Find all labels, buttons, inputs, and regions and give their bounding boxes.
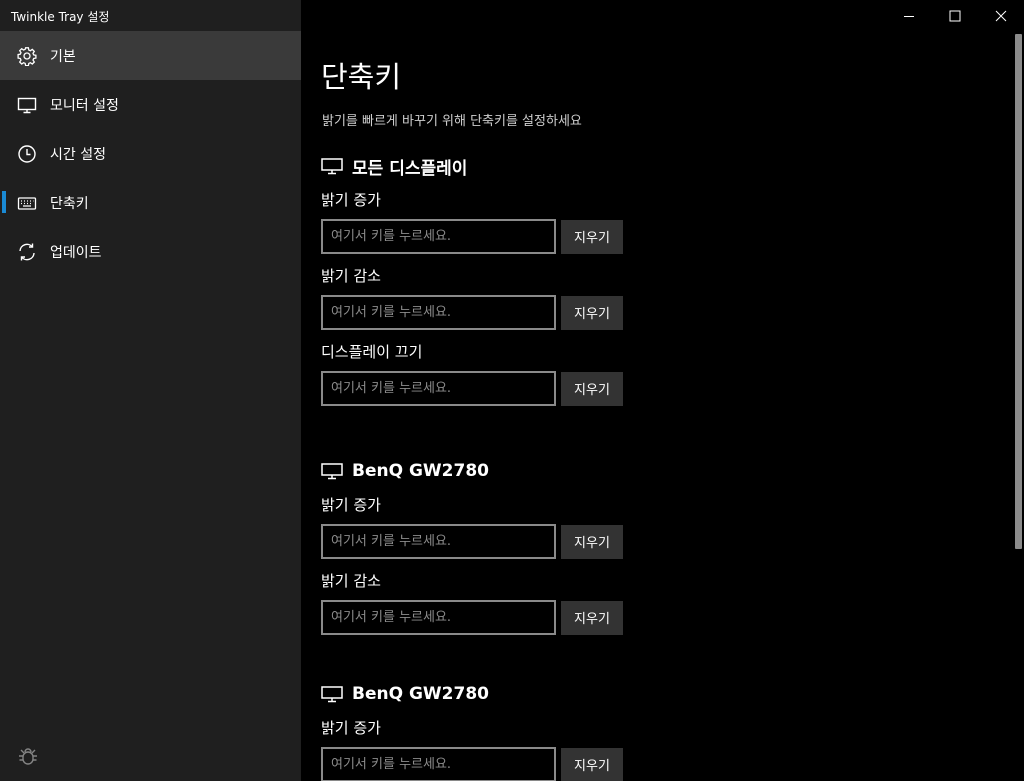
clear-button[interactable]: 지우기 <box>561 524 623 559</box>
hotkey-input[interactable] <box>321 295 556 330</box>
section-title: BenQ GW2780 <box>352 684 489 704</box>
monitor-icon <box>321 157 343 175</box>
minimize-icon <box>904 16 914 17</box>
hotkey-label: 밝기 감소 <box>321 572 381 590</box>
hotkey-label: 밝기 증가 <box>321 191 381 209</box>
hotkey-section-monitor: BenQ GW2780 밝기 증가 지우기 밝기 감소 지우기 <box>321 459 623 635</box>
active-indicator <box>2 191 6 213</box>
close-icon <box>995 10 1007 22</box>
page-title: 단축키 <box>321 60 402 94</box>
maximize-button[interactable] <box>932 0 978 32</box>
sidebar-item-label: 단축키 <box>50 195 89 212</box>
monitor-icon <box>321 685 343 703</box>
hotkey-row: 지우기 <box>321 295 623 330</box>
section-title: 모든 디스플레이 <box>352 158 468 179</box>
keyboard-icon <box>17 193 37 213</box>
hotkey-label: 밝기 증가 <box>321 496 381 514</box>
clear-button[interactable]: 지우기 <box>561 371 623 406</box>
sidebar-item-label: 기본 <box>50 48 76 65</box>
hotkey-input[interactable] <box>321 600 556 635</box>
clear-button[interactable]: 지우기 <box>561 747 623 781</box>
title-bar-controls <box>886 0 1024 32</box>
monitor-icon <box>321 462 343 480</box>
scrollbar[interactable] <box>1013 32 1024 781</box>
clear-button[interactable]: 지우기 <box>561 600 623 635</box>
hotkey-label: 밝기 감소 <box>321 267 381 285</box>
maximize-icon <box>949 10 961 22</box>
hotkey-input[interactable] <box>321 524 556 559</box>
sidebar-item-updates[interactable]: 업데이트 <box>0 227 301 276</box>
close-button[interactable] <box>978 0 1024 32</box>
section-title: BenQ GW2780 <box>352 461 489 481</box>
hotkey-input[interactable] <box>321 371 556 406</box>
main-content: 단축키 밝기를 빠르게 바꾸기 위해 단축키를 설정하세요 모든 디스플레이 밝… <box>301 32 1012 781</box>
sidebar-item-label: 모니터 설정 <box>50 97 119 114</box>
bug-icon[interactable] <box>17 745 39 767</box>
gear-icon <box>17 46 37 66</box>
clear-button[interactable]: 지우기 <box>561 295 623 330</box>
hotkey-label: 디스플레이 끄기 <box>321 343 423 361</box>
sidebar-nav: 기본 모니터 설정 시간 설정 단축키 업데이트 <box>0 31 301 276</box>
hotkey-section-all-displays: 모든 디스플레이 밝기 증가 지우기 밝기 감소 지우기 디스플레이 끄기 지우… <box>321 154 623 406</box>
page-description: 밝기를 빠르게 바꾸기 위해 단축키를 설정하세요 <box>322 114 582 129</box>
hotkey-row: 지우기 <box>321 219 623 254</box>
hotkey-row: 지우기 <box>321 747 623 781</box>
clear-button[interactable]: 지우기 <box>561 219 623 254</box>
settings-window: Twinkle Tray 설정 기본 모니터 설정 시간 설정 단축키 업데이트… <box>0 0 1024 781</box>
hotkey-input[interactable] <box>321 747 556 781</box>
sidebar-item-label: 시간 설정 <box>50 146 106 163</box>
hotkey-section-monitor: BenQ GW2780 밝기 증가 지우기 <box>321 682 623 781</box>
minimize-button[interactable] <box>886 0 932 32</box>
hotkey-input[interactable] <box>321 219 556 254</box>
app-title: Twinkle Tray 설정 <box>11 10 110 24</box>
hotkey-row: 지우기 <box>321 600 623 635</box>
monitor-icon <box>17 95 37 115</box>
hotkey-row: 지우기 <box>321 371 623 406</box>
scrollbar-thumb[interactable] <box>1015 34 1022 549</box>
sidebar-item-label: 업데이트 <box>50 244 102 261</box>
hotkey-row: 지우기 <box>321 524 623 559</box>
sidebar-item-hotkeys[interactable]: 단축키 <box>0 178 301 227</box>
sidebar-item-time-settings[interactable]: 시간 설정 <box>0 129 301 178</box>
sidebar-item-monitor-settings[interactable]: 모니터 설정 <box>0 80 301 129</box>
sidebar-item-general[interactable]: 기본 <box>0 31 301 80</box>
sidebar: Twinkle Tray 설정 기본 모니터 설정 시간 설정 단축키 업데이트 <box>0 0 301 781</box>
refresh-icon <box>17 242 37 262</box>
clock-icon <box>17 144 37 164</box>
hotkey-label: 밝기 증가 <box>321 719 381 737</box>
